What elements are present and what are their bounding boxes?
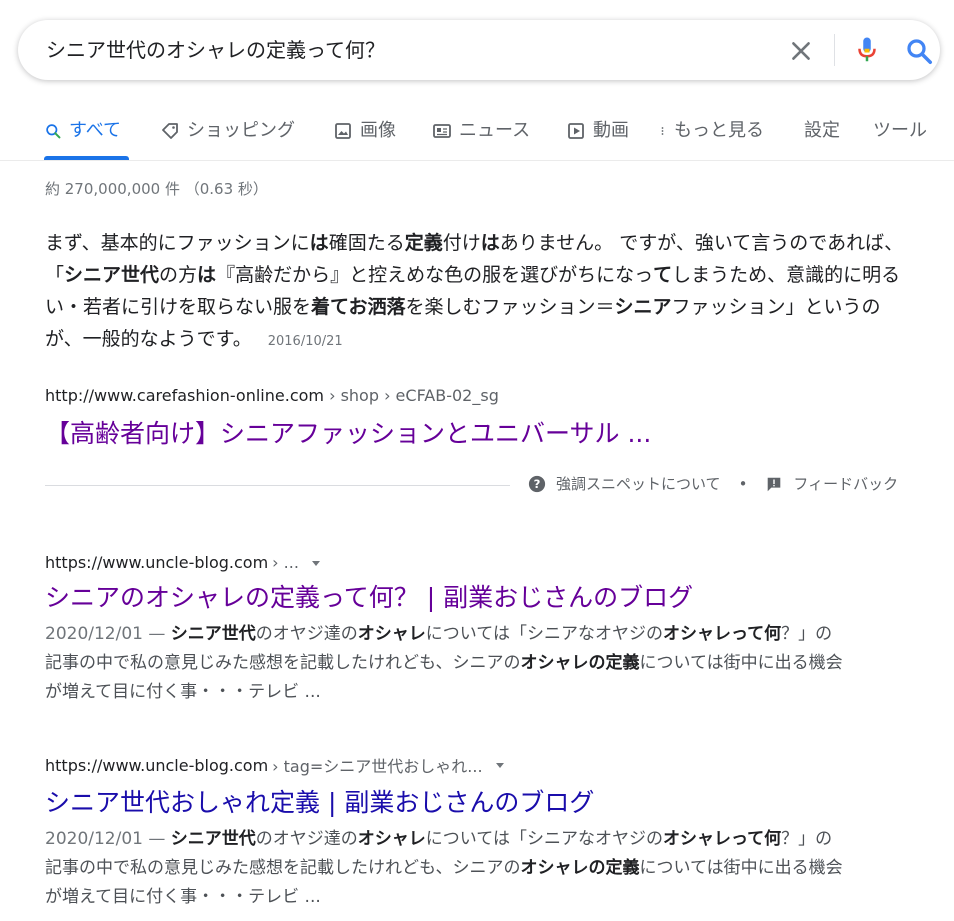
highlighted-term: オシャレの定義 (520, 858, 640, 878)
result-cite[interactable]: https://www.uncle-blog.com › ... (45, 553, 915, 572)
highlighted-term: は (480, 232, 500, 254)
highlighted-term: オシャレ (357, 829, 426, 849)
result-title-link[interactable]: シニア世代おしゃれ定義 | 副業おじさんのブログ (45, 783, 915, 819)
snippet-text-segment: まず、基本的にファッションに (45, 232, 310, 254)
result-snippet: 2020/12/01 — シニア世代のオヤジ達のオシャレについては「シニアなオヤ… (45, 825, 845, 912)
tab-all[interactable]: すべて (45, 112, 121, 162)
search-result: https://www.uncle-blog.com › ... シニアのオシャ… (45, 553, 915, 707)
microphone-icon[interactable] (852, 35, 882, 65)
search-bar-divider (834, 34, 835, 66)
snippet-text-segment: については「シニアなオヤジの (425, 624, 663, 644)
search-tabs: すべて ショッピング 画像 ニュース 動画 もっと見る 設定 ツール (0, 112, 954, 162)
highlighted-term: オシャレって何 (662, 829, 782, 849)
cite-domain: http://www.carefashion-online.com (45, 386, 324, 405)
tabs-divider (0, 160, 954, 161)
highlighted-term: 定義 (404, 232, 443, 254)
cite-domain: https://www.uncle-blog.com (45, 755, 269, 775)
highlighted-term: 着て (311, 296, 349, 318)
result-stats: 約 270,000,000 件 （0.63 秒） (45, 180, 268, 198)
tab-settings[interactable]: 設定 (804, 112, 840, 162)
snippet-text-segment: 『高齢だから』と控えめな色の服を選びがちになっ (216, 264, 654, 286)
result-date: 2020/12/01 — (45, 829, 171, 849)
feedback-link[interactable]: フィードバック (793, 473, 898, 494)
result-date: 2020/12/01 — (45, 624, 171, 644)
highlighted-term: オシャレって何 (662, 624, 782, 644)
feedback-icon (768, 477, 781, 491)
tab-news[interactable]: ニュース (432, 112, 530, 162)
cite-path: › shop › eCFAB-02_sg (329, 386, 499, 405)
tab-more[interactable]: もっと見る (660, 112, 764, 162)
caret-down-icon[interactable] (311, 558, 321, 568)
featured-snippet-divider (45, 485, 510, 486)
tab-tools[interactable]: ツール (873, 112, 927, 162)
news-icon (433, 124, 451, 138)
highlighted-term: は (197, 264, 217, 286)
tab-images[interactable]: 画像 (333, 112, 396, 162)
highlighted-term: お洒落 (348, 296, 406, 318)
result-snippet: 2020/12/01 — シニア世代のオヤジ達のオシャレについては「シニアなオヤ… (45, 620, 845, 707)
snippet-text-segment: については「シニアなオヤジの (425, 829, 663, 849)
result-title-link[interactable]: シニアのオシャレの定義って何？ | 副業おじさんのブログ (45, 578, 915, 614)
tab-shopping[interactable]: ショッピング (160, 112, 295, 162)
search-result: https://www.uncle-blog.com › tag=シニア世代おし… (45, 753, 915, 912)
caret-down-icon[interactable] (495, 760, 505, 770)
more-vert-icon (661, 127, 664, 135)
featured-snippet-text: まず、基本的にファッションには確固たる定義付けはありません。 ですが、強いて言う… (45, 227, 915, 358)
snippet-text-segment: 付け (442, 232, 481, 254)
highlighted-term: シニア (614, 296, 672, 318)
highlighted-term: て (653, 264, 673, 286)
separator-dot: • (738, 474, 748, 493)
featured-snippet-cite[interactable]: http://www.carefashion-online.com › shop… (45, 386, 499, 405)
cite-path: › ... (272, 553, 299, 572)
cite-domain: https://www.uncle-blog.com (45, 553, 269, 572)
help-circle-icon: ? (528, 475, 546, 492)
cite-path: › tag=シニア世代おしゃれ... (272, 757, 483, 776)
snippet-text-segment: のオヤジ達の (255, 829, 358, 849)
search-bar (18, 20, 940, 80)
highlighted-term: シニア世代 (170, 829, 256, 849)
about-featured-snippets-link[interactable]: 強調スニペットについて (556, 473, 721, 494)
tag-icon (162, 123, 178, 139)
result-cite[interactable]: https://www.uncle-blog.com › tag=シニア世代おし… (45, 753, 915, 777)
image-icon (335, 123, 351, 139)
snippet-text-segment: のオヤジ達の (255, 624, 358, 644)
search-icon (46, 124, 61, 139)
highlighted-term: オシャレの定義 (520, 653, 640, 673)
featured-snippet-title-link[interactable]: 【高齢者向け】シニアファッションとユニバーサル ... (45, 414, 651, 450)
tab-videos[interactable]: 動画 (566, 112, 629, 162)
video-icon (568, 123, 584, 139)
clear-icon[interactable] (788, 38, 814, 64)
highlighted-term: シニア世代 (64, 264, 160, 286)
snippet-text-segment: の方 (159, 264, 198, 286)
snippet-text-segment: を楽しむファッション＝ (405, 296, 615, 318)
highlighted-term: シニア世代 (170, 624, 256, 644)
search-submit-icon[interactable] (904, 36, 934, 66)
snippet-text-segment: 確固たる (328, 232, 405, 254)
highlighted-term: は (309, 232, 329, 254)
highlighted-term: オシャレ (357, 624, 426, 644)
snippet-date: 2016/10/21 (267, 334, 343, 349)
featured-snippet-footer: ? 強調スニペットについて • フィードバック (528, 473, 898, 494)
search-input[interactable] (46, 20, 746, 80)
svg-text:?: ? (534, 477, 541, 491)
